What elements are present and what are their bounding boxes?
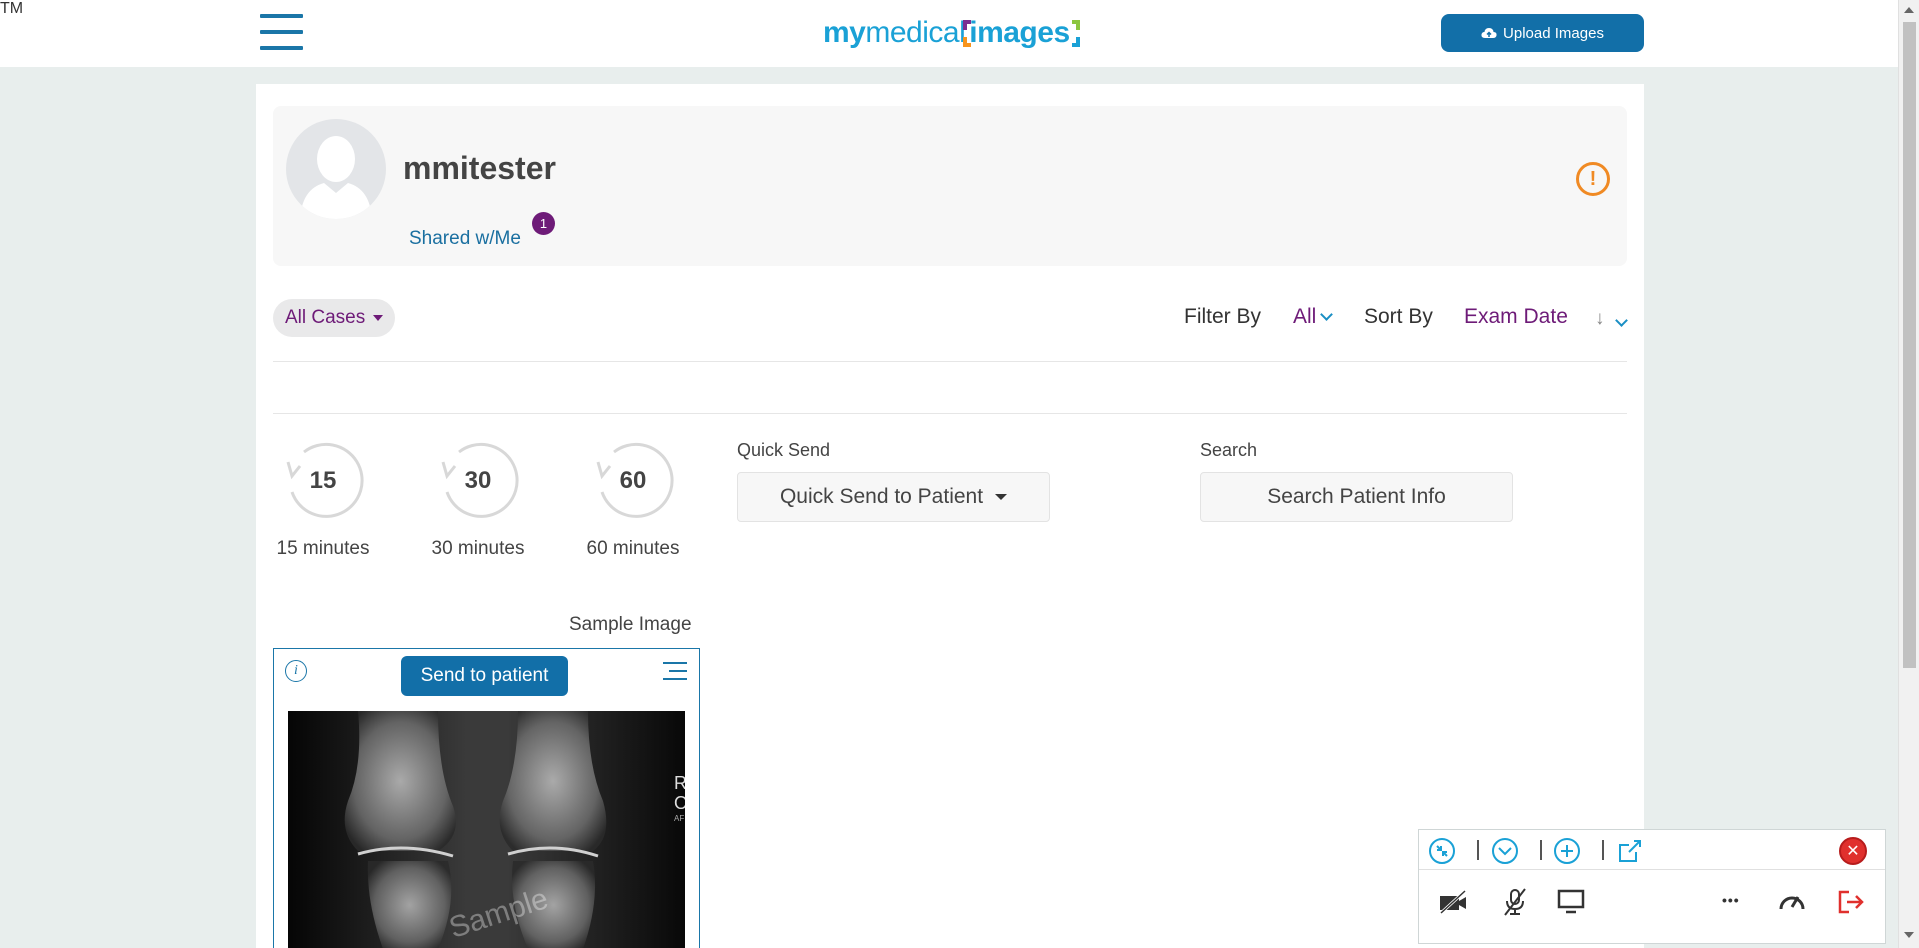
sort-chevron-down-icon[interactable] [1615,314,1628,327]
timer-60-minutes[interactable]: 60 60 minutes [578,436,688,560]
profile-panel: mmitester Shared w/Me 1 ! [273,106,1627,266]
username: mmitester [403,150,556,186]
timer-value: 15 [309,467,337,494]
quick-send-label: Quick Send [737,440,831,460]
minimize-panel-icon[interactable] [1428,837,1456,865]
shared-with-me-link[interactable]: Shared w/Me [409,228,521,250]
info-icon[interactable]: i [285,660,307,682]
svg-text:O: O [674,793,685,813]
sort-direction-arrow-icon[interactable]: ↓ [1595,308,1605,330]
alert-icon[interactable]: ! [1576,162,1610,196]
scroll-down-arrow-icon[interactable] [1904,932,1914,938]
external-link-icon[interactable] [1616,837,1644,865]
sort-by-label: Sort By [1364,305,1433,328]
svg-text:AF: AF [674,814,684,823]
filter-row: All Cases Filter By All Sort By Exam Dat… [273,299,1628,341]
sample-image-title: Sample Image [569,614,692,635]
more-options-icon[interactable]: ••• [1722,892,1740,908]
microphone-off-icon[interactable] [1501,887,1529,917]
upload-images-button[interactable]: Upload Images [1441,14,1644,52]
timer-30-minutes[interactable]: 30 30 minutes [423,436,533,560]
timer-label: 60 minutes [586,538,680,559]
user-silhouette-icon [300,136,372,219]
scroll-thumb[interactable] [1903,22,1916,668]
panel-toolbar: ✕ [1419,830,1885,870]
caret-down-icon [995,494,1008,500]
separator [1477,840,1479,860]
leave-call-icon[interactable] [1837,889,1865,915]
call-control-panel: ✕ ••• [1418,829,1886,944]
send-to-patient-button[interactable]: Send to patient [401,656,568,696]
timer-value: 30 [464,467,492,494]
separator [1540,840,1542,860]
main-content: mmitester Shared w/Me 1 ! All Cases Filt… [256,84,1644,948]
page-scrollbar[interactable] [1898,0,1919,948]
divider [273,361,1627,362]
shared-count-badge: 1 [532,212,555,235]
hamburger-menu-icon[interactable] [260,14,303,50]
search-label: Search [1200,440,1258,460]
speedometer-icon[interactable] [1778,889,1806,913]
separator [1602,840,1604,860]
add-circle-icon[interactable] [1553,837,1581,865]
camera-off-icon[interactable] [1438,889,1468,915]
filter-by-dropdown[interactable]: All [1293,305,1334,329]
collapse-chevron-icon[interactable] [1491,837,1519,865]
timer-value: 60 [619,467,647,494]
sort-by-dropdown[interactable]: Exam Date [1464,305,1568,329]
app-logo[interactable]: mymedical images [823,10,1080,56]
timer-label: 30 minutes [431,538,525,559]
xray-thumbnail[interactable]: R O AF Sample [288,711,685,948]
list-menu-icon[interactable] [663,660,687,682]
all-cases-dropdown[interactable]: All Cases [273,299,396,337]
avatar [286,119,386,219]
cloud-upload-icon [1481,28,1497,38]
filter-by-label: Filter By [1184,305,1262,328]
screen-share-icon[interactable] [1557,889,1585,915]
timer-label: 15 minutes [276,538,370,559]
top-header: mymedical images TM Upload Images [0,0,1898,67]
all-cases-label: All Cases [285,307,366,328]
quick-send-dropdown[interactable]: Quick Send to Patient [737,472,1050,522]
svg-text:R: R [674,773,685,793]
upload-images-label: Upload Images [1503,24,1604,42]
quick-send-button-label: Quick Send to Patient [779,485,984,508]
caret-down-icon [373,315,384,321]
scroll-up-arrow-icon[interactable] [1904,7,1914,13]
divider [273,413,1627,414]
chevron-down-icon [1320,308,1334,321]
close-panel-icon[interactable]: ✕ [1839,837,1867,865]
timer-15-minutes[interactable]: 15 15 minutes [268,436,378,560]
sample-image-card: i Send to patient R O AF Sample [273,648,700,948]
search-input[interactable] [1200,472,1513,522]
